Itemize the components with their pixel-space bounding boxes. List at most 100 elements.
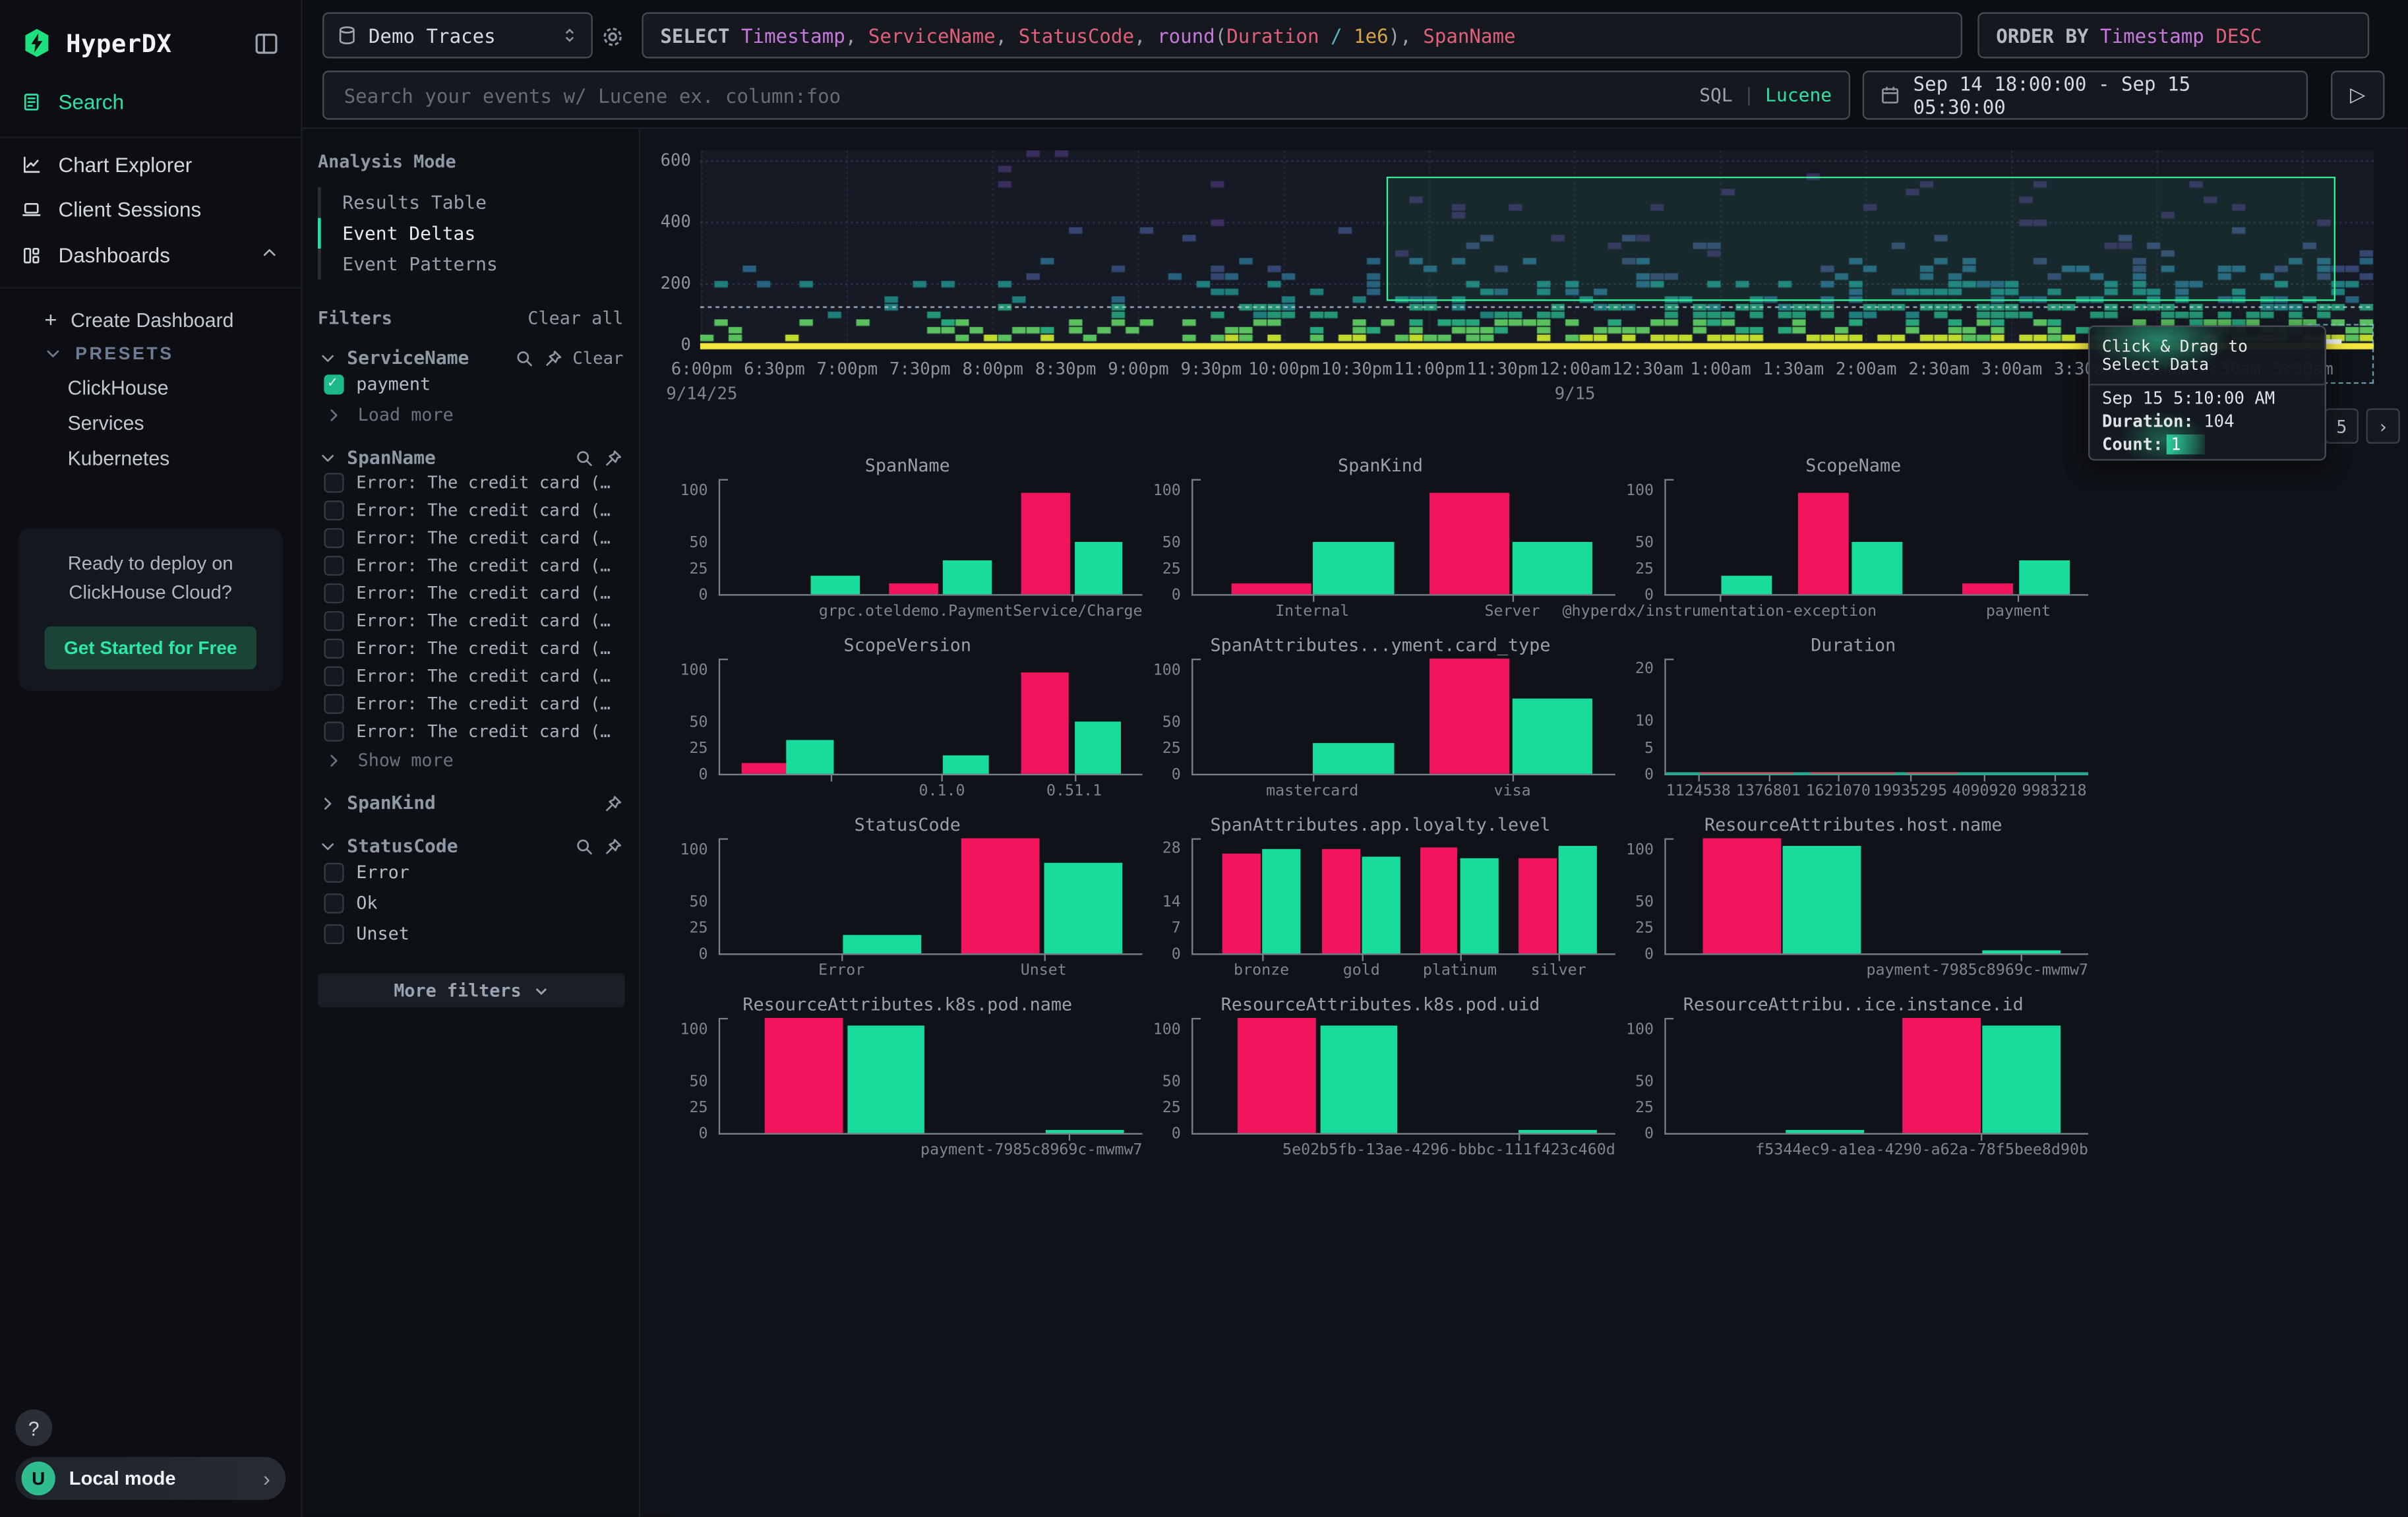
- local-mode-pill[interactable]: U Local mode ›: [15, 1457, 286, 1500]
- checkbox[interactable]: [324, 472, 344, 492]
- filter-option-error-the-credit-card[interactable]: Error: The credit card (…: [318, 523, 623, 551]
- more-filters-button[interactable]: More filters: [318, 973, 625, 1007]
- chart-plot: [1664, 838, 2088, 955]
- heatmap-xtick: 6:00pm: [671, 359, 733, 379]
- filter-option-error-the-credit-card[interactable]: Error: The credit card (…: [318, 717, 623, 745]
- mini-chart-scopeversion[interactable]: ScopeVersion025501000.1.00.51.1: [673, 634, 1143, 806]
- next-page-button[interactable]: ›: [2366, 408, 2400, 444]
- filter-option-unset[interactable]: Unset: [318, 918, 623, 949]
- mini-chart-spankind[interactable]: SpanKind02550100InternalServer: [1145, 454, 1615, 626]
- sidebar-item-kubernetes[interactable]: Kubernetes: [0, 440, 301, 476]
- mini-chart-scopename[interactable]: ScopeName02550100@hyperdx/instrumentatio…: [1618, 454, 2088, 626]
- mini-chart-resourceattribu-ice-instance-id[interactable]: ResourceAttribu..ice.instance.id02550100…: [1618, 994, 2088, 1166]
- bar: [1320, 1025, 1398, 1133]
- source-select[interactable]: Demo Traces: [322, 13, 593, 59]
- checkbox[interactable]: [324, 693, 344, 713]
- checkbox[interactable]: [324, 893, 344, 912]
- mini-chart-resourceattributes-k8s-pod-name[interactable]: ResourceAttributes.k8s.pod.name02550100p…: [673, 994, 1143, 1166]
- filter-group-header[interactable]: SpanKind: [318, 792, 623, 814]
- clear-all-button[interactable]: Clear all: [527, 307, 623, 329]
- filter-option-error-the-credit-card[interactable]: Error: The credit card (…: [318, 551, 623, 579]
- checkbox[interactable]: [324, 555, 344, 575]
- get-started-button[interactable]: Get Started for Free: [45, 626, 256, 669]
- mini-chart-resourceattributes-k8s-pod-uid[interactable]: ResourceAttributes.k8s.pod.uid025501005e…: [1145, 994, 1615, 1166]
- pin-icon: [603, 836, 623, 856]
- filter-option-payment[interactable]: payment: [318, 369, 623, 400]
- mini-chart-spanname[interactable]: SpanName02550100grpc.oteldemo.PaymentSer…: [673, 454, 1143, 626]
- sidebar-item-create-dashboard[interactable]: +Create Dashboard: [0, 301, 301, 338]
- chart-icon: [22, 155, 42, 175]
- heatmap-selection-box[interactable]: [1387, 177, 2335, 301]
- divider: |: [1743, 84, 1755, 106]
- analysis-mode-event-deltas[interactable]: Event Deltas: [318, 218, 623, 249]
- sub-label: Services: [67, 411, 144, 434]
- mini-chart-duration[interactable]: Duration05102011245381376801162107019935…: [1618, 634, 2088, 806]
- date-range-picker[interactable]: Sep 14 18:00:00 - Sep 15 05:30:00: [1863, 71, 2308, 120]
- sidebar-item-chart-explorer[interactable]: Chart Explorer: [0, 136, 301, 187]
- checkbox[interactable]: [324, 583, 344, 603]
- tooltip-time: Sep 15 5:10:00 AM: [2090, 386, 2324, 409]
- chart-plot: [1191, 659, 1615, 775]
- pin-icon: [603, 793, 623, 813]
- bar: [764, 1018, 842, 1133]
- chart-plot: [1664, 479, 2088, 596]
- analysis-mode-event-patterns[interactable]: Event Patterns: [318, 249, 623, 280]
- checkbox[interactable]: [324, 638, 344, 658]
- promo-line2: ClickHouse Cloud?: [34, 578, 267, 607]
- checkbox[interactable]: [324, 500, 344, 520]
- sidebar-item-services[interactable]: Services: [0, 405, 301, 441]
- filter-option-error-the-credit-card[interactable]: Error: The credit card (…: [318, 662, 623, 690]
- help-button[interactable]: ?: [15, 1410, 52, 1446]
- filter-option-error-the-credit-card[interactable]: Error: The credit card (…: [318, 634, 623, 662]
- show-more-button[interactable]: Show more: [318, 744, 623, 771]
- chart-plot: [719, 838, 1143, 955]
- filter-group-header[interactable]: SpanName: [318, 447, 623, 469]
- mini-chart-statuscode[interactable]: StatusCode02550100ErrorUnset: [673, 814, 1143, 986]
- filter-group-header[interactable]: StatusCode: [318, 835, 623, 857]
- chart-plot: [719, 1018, 1143, 1135]
- filter-option-error-the-credit-card[interactable]: Error: The credit card (…: [318, 496, 623, 523]
- sidebar-item-client-sessions[interactable]: Client Sessions: [0, 187, 301, 232]
- mini-chart-spanattributes-yment-card-type[interactable]: SpanAttributes...yment.card_type02550100…: [1145, 634, 1615, 806]
- gear-icon[interactable]: [601, 24, 625, 49]
- sidebar-item-dashboards[interactable]: Dashboards: [0, 232, 301, 278]
- mini-chart-resourceattributes-host-name[interactable]: ResourceAttributes.host.name02550100paym…: [1618, 814, 2088, 986]
- analysis-mode-results-table[interactable]: Results Table: [318, 187, 623, 218]
- filter-option-error-the-credit-card[interactable]: Error: The credit card (…: [318, 468, 623, 496]
- filter-group-header[interactable]: ServiceNameClear: [318, 347, 623, 369]
- checkbox[interactable]: [324, 527, 344, 547]
- nav-label: Dashboards: [58, 243, 242, 266]
- chart-plot: [1191, 479, 1615, 596]
- chart-x-axis: 0.1.00.51.1: [719, 775, 1143, 803]
- lang-sql-option[interactable]: SQL: [1699, 84, 1733, 106]
- checkbox[interactable]: [324, 665, 344, 685]
- checkbox[interactable]: [324, 610, 344, 630]
- run-query-button[interactable]: ▷: [2331, 71, 2385, 120]
- checkbox[interactable]: [324, 924, 344, 943]
- checkbox[interactable]: [324, 374, 344, 394]
- filter-option-error[interactable]: Error: [318, 856, 623, 887]
- filter-clear-button[interactable]: Clear: [572, 347, 623, 367]
- sidebar-item-presets[interactable]: PRESETS: [0, 338, 301, 370]
- chart-plot: [1191, 838, 1615, 955]
- sidebar-item-search[interactable]: Search: [0, 80, 301, 125]
- sidebar-item-clickhouse[interactable]: ClickHouse: [0, 370, 301, 405]
- bar: [943, 755, 989, 773]
- chart-y-axis: 02550100: [673, 1018, 719, 1135]
- filter-option-label: Error: The credit card (…: [356, 610, 611, 630]
- lang-lucene-option[interactable]: Lucene: [1765, 84, 1832, 106]
- search-input[interactable]: [341, 82, 1687, 109]
- filter-option-error-the-credit-card[interactable]: Error: The credit card (…: [318, 607, 623, 634]
- checkbox[interactable]: [324, 721, 344, 740]
- filter-option-error-the-credit-card[interactable]: Error: The credit card (…: [318, 579, 623, 607]
- filter-option-label: payment: [356, 373, 431, 395]
- order-by-editor[interactable]: ORDER BY Timestamp DESC: [1977, 13, 2369, 59]
- sql-select-editor[interactable]: SELECT Timestamp, ServiceName, StatusCod…: [642, 13, 1962, 59]
- sidebar-collapse-icon[interactable]: [253, 30, 280, 56]
- load-more-button[interactable]: Load more: [318, 399, 623, 425]
- page-number-button[interactable]: 5: [2325, 408, 2359, 444]
- checkbox[interactable]: [324, 862, 344, 882]
- mini-chart-spanattributes-app-loyalty-level[interactable]: SpanAttributes.app.loyalty.level071428br…: [1145, 814, 1615, 986]
- filter-option-ok[interactable]: Ok: [318, 887, 623, 918]
- filter-option-error-the-credit-card[interactable]: Error: The credit card (…: [318, 690, 623, 717]
